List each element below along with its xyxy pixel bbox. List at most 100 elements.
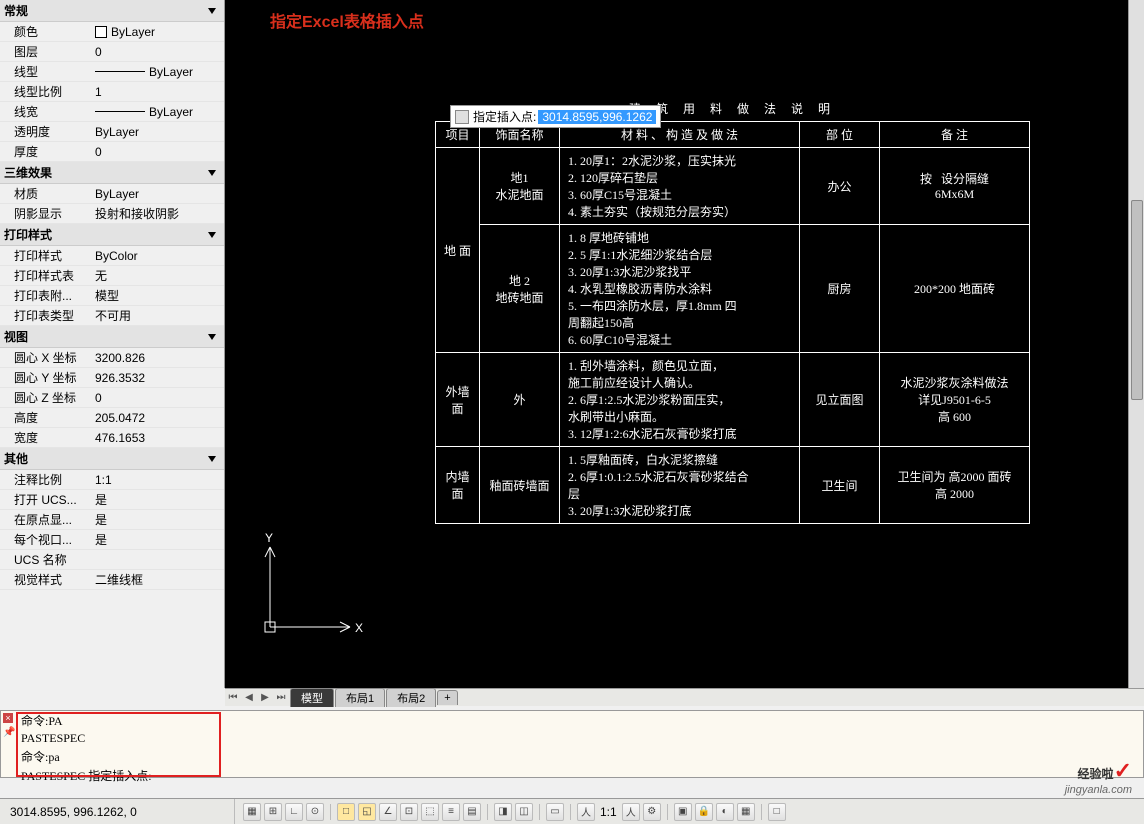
centery-field[interactable]: 926.3532 <box>95 371 224 385</box>
sc-icon[interactable]: ◫ <box>515 803 533 821</box>
cad-table: 建 筑 用 料 做 法 说 明 项目 饰面名称 材 料 、 构 造 及 做 法 … <box>435 96 1030 524</box>
centerz-field[interactable]: 0 <box>95 391 224 405</box>
qp-icon[interactable]: ◨ <box>494 803 512 821</box>
model-button[interactable]: ▭ <box>546 803 564 821</box>
plotattach-field[interactable]: 模型 <box>95 287 224 304</box>
header-cell: 备 注 <box>880 122 1030 148</box>
material-field[interactable]: ByLayer <box>95 187 224 201</box>
table-cell: 1. 8 厚地砖铺地 2. 5 厚1:1水泥细沙浆结合层 3. 20厚1:3水泥… <box>560 225 800 353</box>
collapse-icon <box>208 170 216 176</box>
width-field[interactable]: 476.1653 <box>95 431 224 445</box>
dyn-icon[interactable]: ⬚ <box>421 803 439 821</box>
lwt-icon[interactable]: ≡ <box>442 803 460 821</box>
table-cell: 按 设分隔缝 6Mx6M <box>880 148 1030 225</box>
snap-icon[interactable]: ⊞ <box>264 803 282 821</box>
last-tab-button[interactable]: ⏭ <box>273 691 289 705</box>
color-field[interactable]: ByLayer <box>95 25 224 39</box>
dynamic-input-tooltip: 指定插入点: 3014.8595,996.1262 <box>450 105 661 128</box>
section-other[interactable]: 其他 <box>0 448 224 470</box>
annoauto-icon[interactable]: ⚙ <box>643 803 661 821</box>
lock-icon[interactable]: 🔒 <box>695 803 713 821</box>
viewport-field[interactable]: 是 <box>95 531 224 548</box>
ucs-icon: X Y <box>255 532 365 642</box>
origin-field[interactable]: 是 <box>95 511 224 528</box>
svg-text:Y: Y <box>265 532 273 545</box>
table-cell: 见立面图 <box>800 353 880 447</box>
tpy-icon[interactable]: ▤ <box>463 803 481 821</box>
prop-label: 透明度 <box>0 123 95 140</box>
table-cell: 卫生间 <box>800 447 880 524</box>
table-cell: 水泥沙浆灰涂料做法 详见J9501-6-5 高 600 <box>880 353 1030 447</box>
ltscale-field[interactable]: 1 <box>95 85 224 99</box>
prev-tab-button[interactable]: ◀ <box>241 691 257 705</box>
layout-tab-bar: ⏮ ◀ ▶ ⏭ 模型 布局1 布局2 + <box>225 688 1144 706</box>
prop-label: 圆心 X 坐标 <box>0 349 95 366</box>
visualstyle-field[interactable]: 二维线框 <box>95 571 224 588</box>
tab-model[interactable]: 模型 <box>290 688 334 707</box>
prop-label: 宽度 <box>0 429 95 446</box>
ducs-icon[interactable]: ⊡ <box>400 803 418 821</box>
tab-layout1[interactable]: 布局1 <box>335 688 385 707</box>
ucs-open-field[interactable]: 是 <box>95 491 224 508</box>
table-cell: 外墙 面 <box>436 353 480 447</box>
prop-label: 在原点显... <box>0 511 95 528</box>
coord-input[interactable]: 3014.8595,996.1262 <box>538 110 656 124</box>
height-field[interactable]: 205.0472 <box>95 411 224 425</box>
3dosnap-icon[interactable]: ◱ <box>358 803 376 821</box>
vertical-scrollbar[interactable] <box>1128 0 1144 688</box>
hw-icon[interactable]: ◐ <box>716 803 734 821</box>
thickness-field[interactable]: 0 <box>95 145 224 159</box>
prop-label: 线宽 <box>0 103 95 120</box>
shadow-field[interactable]: 投射和接收阴影 <box>95 205 224 222</box>
plottable-field[interactable]: 无 <box>95 267 224 284</box>
scrollbar-thumb[interactable] <box>1131 200 1143 400</box>
osnap-icon[interactable]: □ <box>337 803 355 821</box>
collapse-icon <box>208 334 216 340</box>
scale-display[interactable]: 1:1 <box>598 805 619 819</box>
clean-icon[interactable]: □ <box>768 803 786 821</box>
first-tab-button[interactable]: ⏮ <box>225 691 241 705</box>
add-tab-button[interactable]: + <box>437 690 457 705</box>
plotstyle-field[interactable]: ByColor <box>95 249 224 263</box>
section-label: 打印样式 <box>4 226 52 243</box>
linetype-field[interactable]: ByLayer <box>95 65 224 79</box>
section-general[interactable]: 常规 <box>0 0 224 22</box>
section-plot[interactable]: 打印样式 <box>0 224 224 246</box>
polar-icon[interactable]: ⊙ <box>306 803 324 821</box>
section-3d[interactable]: 三维效果 <box>0 162 224 184</box>
next-tab-button[interactable]: ▶ <box>257 691 273 705</box>
header-cell: 部 位 <box>800 122 880 148</box>
annovis-icon[interactable]: 人 <box>622 803 640 821</box>
otrack-icon[interactable]: ∠ <box>379 803 397 821</box>
prop-label: 圆心 Y 坐标 <box>0 369 95 386</box>
grid-icon[interactable]: ▦ <box>243 803 261 821</box>
layer-field[interactable]: 0 <box>95 45 224 59</box>
centerx-field[interactable]: 3200.826 <box>95 351 224 365</box>
prop-label: 打印表附... <box>0 287 95 304</box>
annoscale-icon[interactable]: 人 <box>577 803 595 821</box>
plottype-field[interactable]: 不可用 <box>95 307 224 324</box>
table-cell: 内墙 面 <box>436 447 480 524</box>
ws-icon[interactable]: ▣ <box>674 803 692 821</box>
annoscale-field[interactable]: 1:1 <box>95 473 224 487</box>
iso-icon[interactable]: ▦ <box>737 803 755 821</box>
prop-label: 圆心 Z 坐标 <box>0 389 95 406</box>
section-view[interactable]: 视图 <box>0 326 224 348</box>
prop-label: 图层 <box>0 43 95 60</box>
tab-layout2[interactable]: 布局2 <box>386 688 436 707</box>
command-input[interactable]: PASTESPEC 指定插入点: <box>17 766 1143 785</box>
coordinate-display[interactable]: 3014.8595, 996.1262, 0 <box>0 799 235 824</box>
prop-label: 线型比例 <box>0 83 95 100</box>
ortho-icon[interactable]: ∟ <box>285 803 303 821</box>
lineweight-field[interactable]: ByLayer <box>95 105 224 119</box>
table-cell: 厨房 <box>800 225 880 353</box>
prop-label: UCS 名称 <box>0 551 95 568</box>
command-history-line: 命令:pa <box>17 747 1143 766</box>
drawing-canvas[interactable]: 指定Excel表格插入点 建 筑 用 料 做 法 说 明 项目 饰面名称 材 料… <box>225 0 1144 688</box>
section-label: 三维效果 <box>4 164 52 181</box>
pin-icon[interactable]: 📌 <box>3 727 13 737</box>
transparency-field[interactable]: ByLayer <box>95 125 224 139</box>
status-bar: 3014.8595, 996.1262, 0 ▦ ⊞ ∟ ⊙ □ ◱ ∠ ⊡ ⬚… <box>0 798 1144 824</box>
close-icon[interactable]: × <box>3 713 13 723</box>
table-cell: 1. 20厚1：2水泥沙浆，压实抹光 2. 120厚碎石垫层 3. 60厚C15… <box>560 148 800 225</box>
